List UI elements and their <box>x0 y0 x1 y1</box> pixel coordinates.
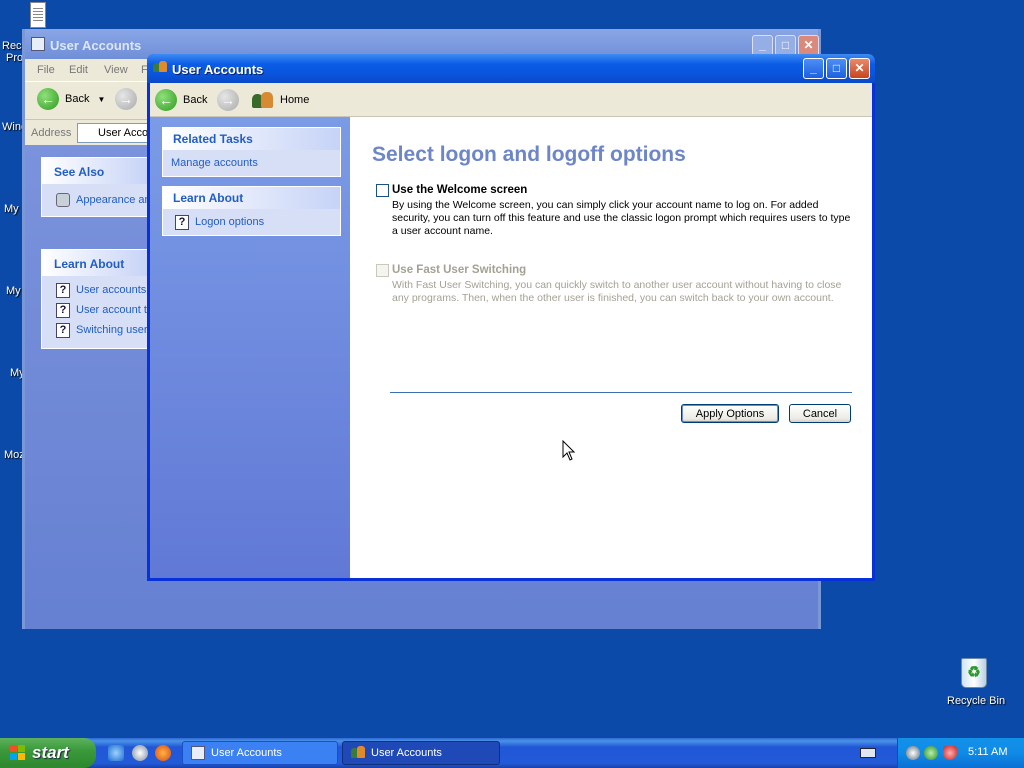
background-back-button[interactable]: ← Back ▼ <box>37 86 105 112</box>
related-tasks-heading: Related Tasks <box>163 128 340 150</box>
back-arrow-icon: ← <box>37 88 59 110</box>
forward-arrow-icon: → <box>217 89 239 111</box>
close-icon[interactable]: ✕ <box>798 35 819 56</box>
user-accounts-window[interactable]: User Accounts _ □ ✕ ← Back → Home Relate… <box>147 54 875 581</box>
divider <box>390 392 852 393</box>
task-pane: Related Tasks Manage accounts Learn Abou… <box>150 117 350 578</box>
appearance-icon <box>56 193 70 207</box>
help-link-label: User accounts <box>76 284 147 296</box>
media-player-icon[interactable] <box>132 745 148 761</box>
document-lines <box>33 8 43 22</box>
home-button[interactable]: Home <box>252 87 309 113</box>
back-button[interactable]: ← Back <box>155 87 207 113</box>
taskbar: start User Accounts User Accounts 5:11 A… <box>0 738 1024 768</box>
content-pane: Select logon and logoff options Use the … <box>350 117 872 578</box>
see-also-item[interactable]: Appearance an <box>42 190 150 210</box>
internet-explorer-icon[interactable] <box>108 745 124 761</box>
see-also-item-label: Appearance an <box>76 194 150 206</box>
chevron-down-icon[interactable]: ▼ <box>97 95 105 104</box>
background-window-title: User Accounts <box>50 38 142 53</box>
windows-logo-icon <box>10 745 27 761</box>
help-link[interactable]: ? User account ty <box>42 300 150 320</box>
help-icon: ? <box>175 215 189 230</box>
help-link-label: Switching users <box>76 324 150 336</box>
forward-arrow-icon: → <box>115 88 137 110</box>
maximize-icon[interactable]: □ <box>775 35 796 56</box>
close-icon[interactable]: ✕ <box>849 58 870 79</box>
learn-about-heading: Learn About <box>163 187 340 209</box>
back-label: Back <box>65 93 90 105</box>
user-accounts-icon <box>153 61 167 75</box>
welcome-screen-description: By using the Welcome screen, you can sim… <box>392 199 851 237</box>
welcome-screen-label[interactable]: Use the Welcome screen <box>392 184 527 196</box>
window-toolbar: ← Back → Home <box>150 83 872 117</box>
learn-about-panel: Learn About ? Logon options <box>162 186 341 236</box>
manage-accounts-link[interactable]: Manage accounts <box>163 150 340 176</box>
recycle-bin-icon: ♻ <box>961 658 987 688</box>
recycle-bin-desktop-item[interactable]: ♻ Recycle Bin <box>944 656 1006 710</box>
page-title: Select logon and logoff options <box>372 143 686 166</box>
maximize-icon[interactable]: □ <box>826 58 847 79</box>
desktop-label: Pro <box>6 52 24 64</box>
menu-edit[interactable]: Edit <box>69 64 88 76</box>
recycle-bin-label: Recycle Bin <box>947 695 1006 707</box>
cancel-button[interactable]: Cancel <box>789 404 851 423</box>
task-label: User Accounts <box>211 747 282 759</box>
user-accounts-icon <box>31 37 45 51</box>
menu-view[interactable]: View <box>104 64 128 76</box>
start-button[interactable]: start <box>0 738 96 768</box>
forward-button[interactable]: → <box>217 87 239 113</box>
minimize-icon[interactable]: _ <box>803 58 824 79</box>
fast-switching-description: With Fast User Switching, you can quickl… <box>392 279 842 304</box>
fast-switching-option: Use Fast User Switching With Fast User S… <box>376 264 856 324</box>
taskbar-item-user-accounts-active[interactable]: User Accounts <box>342 741 500 765</box>
address-label: Address <box>31 127 72 139</box>
window-titlebar[interactable]: User Accounts _ □ ✕ <box>147 54 875 83</box>
back-arrow-icon: ← <box>155 89 177 111</box>
logon-options-label: Logon options <box>195 216 265 228</box>
start-label: start <box>32 743 69 762</box>
see-also-panel: See Also Appearance an <box>41 157 151 217</box>
keyboard-icon[interactable] <box>860 748 876 758</box>
help-link[interactable]: ? Switching users <box>42 320 150 340</box>
tray-icon-1[interactable] <box>906 746 920 760</box>
fast-switching-label: Use Fast User Switching <box>392 264 527 276</box>
desktop-label: My <box>6 285 21 297</box>
security-shield-icon[interactable] <box>943 746 957 760</box>
minimize-icon[interactable]: _ <box>752 35 773 56</box>
window-title: User Accounts <box>172 62 264 77</box>
welcome-screen-option: Use the Welcome screen By using the Welc… <box>376 184 856 244</box>
user-accounts-icon <box>351 746 365 760</box>
desktop-label: Rec <box>2 40 22 52</box>
fast-switching-checkbox <box>376 264 389 277</box>
help-icon: ? <box>56 303 70 318</box>
help-link[interactable]: ? User accounts <box>42 280 150 300</box>
bg-learn-about-heading: Learn About <box>42 250 150 276</box>
desktop-document-icon[interactable] <box>30 2 46 28</box>
back-label: Back <box>183 94 208 106</box>
apply-options-button[interactable]: Apply Options <box>681 404 779 423</box>
users-home-icon <box>252 90 274 110</box>
address-field[interactable]: User Accou <box>77 123 157 143</box>
bg-learn-about-panel: Learn About ? User accounts ? User account… <box>41 249 151 349</box>
tray-icon-2[interactable] <box>924 746 938 760</box>
related-tasks-panel: Related Tasks Manage accounts <box>162 127 341 177</box>
menu-file[interactable]: File <box>37 64 55 76</box>
firefox-icon[interactable] <box>155 745 171 761</box>
mouse-cursor-icon <box>562 440 576 461</box>
help-icon: ? <box>56 283 70 298</box>
taskbar-item-user-accounts[interactable]: User Accounts <box>182 741 338 765</box>
task-label: User Accounts <box>371 747 442 759</box>
system-tray: 5:11 AM <box>897 738 1024 768</box>
help-icon: ? <box>56 323 70 338</box>
home-label: Home <box>280 94 310 106</box>
user-accounts-icon <box>191 746 205 760</box>
clock[interactable]: 5:11 AM <box>968 746 1008 758</box>
welcome-screen-checkbox[interactable] <box>376 184 389 197</box>
see-also-heading: See Also <box>42 158 150 184</box>
logon-options-link[interactable]: ? Logon options <box>163 209 340 235</box>
background-forward-button[interactable]: → <box>115 86 137 112</box>
help-link-label: User account ty <box>76 304 150 316</box>
